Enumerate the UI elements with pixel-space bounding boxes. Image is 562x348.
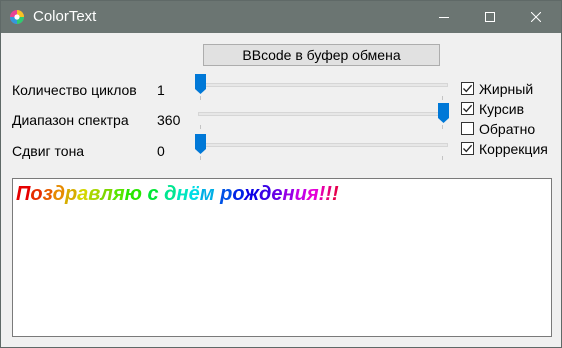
color-wheel-icon [9, 9, 25, 25]
title-bar[interactable]: ColorText [1, 1, 561, 33]
rainbow-char: з [42, 183, 53, 205]
maximize-icon [485, 12, 495, 22]
checkmark-icon [463, 84, 473, 93]
slider-tick [200, 156, 201, 160]
reverse-label: Обратно [479, 121, 536, 137]
rainbow-char: р [64, 183, 78, 205]
rainbow-char: ! [331, 183, 339, 205]
hue-shift-slider[interactable] [195, 132, 449, 160]
rainbow-char: д [259, 183, 272, 205]
correction-label: Коррекция [479, 141, 548, 157]
output-textbox[interactable]: Поздравляю с днём рождения!!! [12, 178, 552, 337]
slider-thumb[interactable] [438, 103, 449, 123]
rainbow-char: н [282, 183, 295, 205]
spectrum-range-value: 360 [157, 112, 181, 128]
checkbox-box[interactable] [461, 82, 474, 95]
rainbow-char: с [147, 183, 159, 205]
rainbow-char: д [164, 183, 177, 205]
spectrum-range-slider[interactable] [195, 101, 449, 129]
bold-label: Жирный [479, 81, 534, 97]
checkbox-box[interactable] [461, 122, 474, 135]
rainbow-char: ю [124, 183, 142, 205]
rainbow-char: о [30, 183, 43, 205]
rainbow-char: е [271, 183, 283, 205]
rainbow-char: н [176, 183, 189, 205]
rainbow-char: в [88, 183, 101, 205]
rainbow-char: ж [244, 183, 260, 205]
checkmark-icon [463, 144, 473, 153]
hue-shift-value: 0 [157, 143, 165, 159]
copy-bbcode-button[interactable]: BBcode в буфер обмена [203, 44, 440, 66]
spectrum-range-label: Диапазон спектра [12, 112, 129, 128]
maximize-button[interactable] [467, 1, 513, 33]
checkbox-box[interactable] [461, 142, 474, 155]
checkmark-icon [463, 104, 473, 113]
slider-track [198, 112, 448, 116]
checkbox-box[interactable] [461, 102, 474, 115]
window-title: ColorText [33, 8, 97, 25]
cycles-slider[interactable] [195, 72, 449, 100]
rainbow-char: и [294, 183, 307, 205]
slider-thumb[interactable] [195, 134, 206, 154]
cycles-value: 1 [157, 82, 165, 98]
rainbow-preview-text: Поздравляю с днём рождения!!! [16, 182, 339, 206]
rainbow-char: ё [188, 183, 200, 205]
italic-label: Курсив [479, 101, 525, 117]
slider-thumb[interactable] [195, 74, 206, 94]
slider-track [198, 143, 448, 147]
cycles-label: Количество циклов [12, 82, 137, 98]
rainbow-char: о [232, 183, 245, 205]
rainbow-char: П [16, 183, 31, 205]
close-button[interactable] [513, 1, 559, 33]
rainbow-char: а [77, 183, 89, 205]
rainbow-char: ! [325, 183, 332, 205]
slider-tick [442, 96, 443, 100]
minimize-button[interactable] [421, 1, 467, 33]
rainbow-char: л [100, 183, 113, 205]
rainbow-char: я [112, 183, 125, 205]
minimize-icon [439, 17, 449, 18]
slider-tick [200, 96, 201, 100]
rainbow-char: д [52, 183, 65, 205]
hue-shift-label: Сдвиг тона [12, 143, 85, 159]
rainbow-char: р [220, 183, 233, 205]
rainbow-char: я [306, 183, 319, 205]
slider-tick [442, 125, 443, 129]
slider-tick [442, 156, 443, 160]
rainbow-char: м [199, 183, 215, 205]
colortext-window: ColorText BBcode в буфер обмена Количест… [0, 0, 562, 348]
slider-track [198, 83, 448, 87]
slider-tick [200, 125, 201, 129]
close-icon [531, 12, 541, 22]
